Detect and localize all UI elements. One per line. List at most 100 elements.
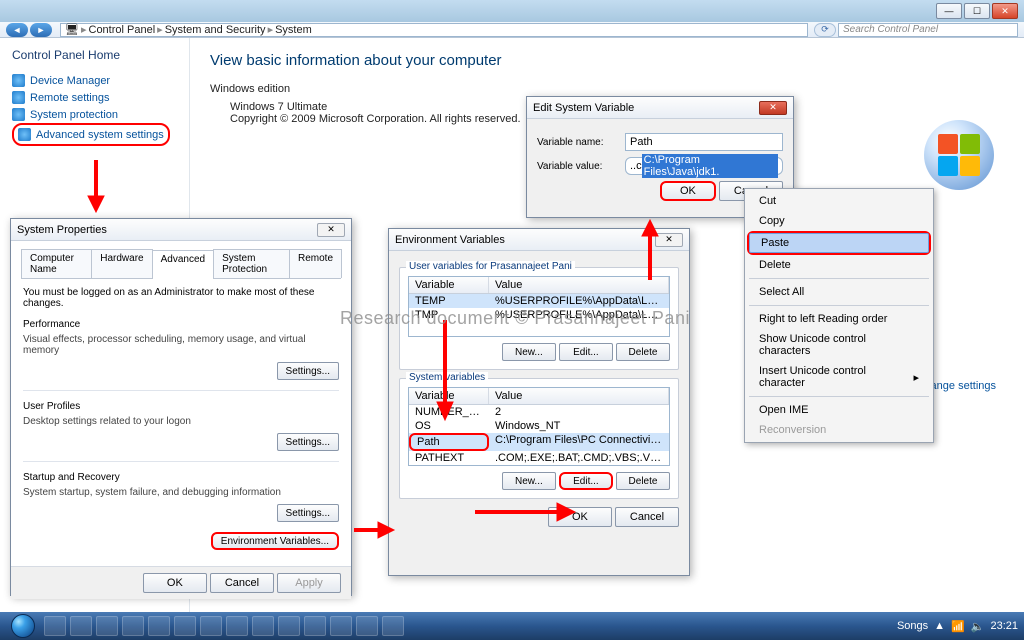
refresh-icon[interactable]: ⟳	[814, 23, 836, 37]
cell: PATHEXT	[409, 451, 489, 465]
nav-forward-button[interactable]: ►	[30, 23, 52, 37]
user-delete-button[interactable]: Delete	[616, 343, 670, 361]
window-maximize-button[interactable]: ☐	[964, 3, 990, 19]
ctx-paste[interactable]: Paste	[749, 233, 929, 253]
window-close-button[interactable]: ✕	[992, 3, 1018, 19]
annotation-arrow-icon	[475, 500, 575, 524]
cancel-button[interactable]: Cancel	[210, 573, 274, 593]
cell: C:\Program Files\PC Connectivity Soluti.…	[489, 433, 669, 451]
breadcrumb-item[interactable]: Control Panel	[89, 24, 156, 36]
system-delete-button[interactable]: Delete	[616, 472, 670, 490]
table-row[interactable]: OSWindows_NT	[409, 419, 669, 433]
group-desc: Visual effects, processor scheduling, me…	[23, 334, 339, 356]
ok-button[interactable]: OK	[660, 181, 716, 201]
close-icon[interactable]: ✕	[317, 223, 345, 237]
taskbar-app-icon[interactable]	[304, 616, 326, 636]
dialog-title: Edit System Variable	[533, 102, 634, 114]
windows-logo-icon	[924, 120, 994, 190]
ctx-insert-unicode[interactable]: Insert Unicode control character▸	[747, 361, 931, 393]
input-text: ..c	[630, 160, 642, 172]
variable-value-input[interactable]: ..cC:\Program Files\Java\jdk1.	[625, 157, 783, 175]
user-profiles-settings-button[interactable]: Settings...	[277, 433, 339, 451]
close-icon[interactable]: ✕	[759, 101, 787, 115]
tab-hardware[interactable]: Hardware	[91, 249, 152, 278]
breadcrumb[interactable]: 🖥 ▸ Control Panel ▸ System and Security …	[60, 23, 808, 37]
cancel-button[interactable]: Cancel	[615, 507, 679, 527]
ctx-rtl[interactable]: Right to left Reading order	[747, 309, 931, 329]
table-row-path[interactable]: PathC:\Program Files\PC Connectivity Sol…	[409, 433, 669, 451]
table-row[interactable]: PATHEXT.COM;.EXE;.BAT;.CMD;.VBS;.VBE;.JS…	[409, 451, 669, 465]
ctx-show-unicode[interactable]: Show Unicode control characters	[747, 329, 931, 361]
tray-clock[interactable]: 23:21	[990, 620, 1018, 632]
tray-volume-icon[interactable]: 🔈	[971, 620, 985, 633]
taskbar-app-icon[interactable]	[70, 616, 92, 636]
cell: %USERPROFILE%\AppData\Local\Temp	[489, 308, 669, 322]
taskbar-app-icon[interactable]	[122, 616, 144, 636]
sidebar-item-label: Advanced system settings	[36, 129, 164, 141]
variable-name-input[interactable]: Path	[625, 133, 783, 151]
group-label: User variables for Prasannajeet Pani	[406, 261, 575, 272]
taskbar-app-icon[interactable]	[200, 616, 222, 636]
breadcrumb-item[interactable]: System	[275, 24, 312, 36]
window-minimize-button[interactable]: —	[936, 3, 962, 19]
environment-variables-button[interactable]: Environment Variables...	[211, 532, 339, 550]
taskbar-app-icon[interactable]	[330, 616, 352, 636]
group-label: Startup and Recovery	[23, 472, 339, 483]
ctx-copy[interactable]: Copy	[747, 211, 931, 231]
cell: TEMP	[409, 294, 489, 308]
cell: OS	[409, 419, 489, 433]
group-label: User Profiles	[23, 401, 339, 412]
breadcrumb-root-icon: 🖥	[65, 23, 79, 36]
tab-computer-name[interactable]: Computer Name	[21, 249, 92, 278]
taskbar-app-icon[interactable]	[148, 616, 170, 636]
tab-advanced[interactable]: Advanced	[152, 250, 214, 279]
admin-note: You must be logged on as an Administrato…	[23, 287, 339, 309]
sidebar-item-remote-settings[interactable]: Remote settings	[12, 89, 177, 106]
taskbar-app-icon[interactable]	[356, 616, 378, 636]
ctx-cut[interactable]: Cut	[747, 191, 931, 211]
sidebar-home-link[interactable]: Control Panel Home	[12, 48, 177, 62]
taskbar-app-icon[interactable]	[96, 616, 118, 636]
sidebar-item-label: Remote settings	[30, 92, 109, 104]
tray-network-icon[interactable]: 📶	[951, 620, 965, 633]
field-label: Variable value:	[537, 161, 617, 172]
sidebar-item-device-manager[interactable]: Device Manager	[12, 72, 177, 89]
system-edit-button[interactable]: Edit...	[559, 472, 613, 490]
shield-icon	[12, 108, 25, 121]
tab-remote[interactable]: Remote	[289, 249, 342, 278]
taskbar-app-icon[interactable]	[252, 616, 274, 636]
taskbar-app-icon[interactable]	[174, 616, 196, 636]
group-label: Performance	[23, 319, 339, 330]
ok-button[interactable]: OK	[143, 573, 207, 593]
column-header: Value	[489, 388, 669, 404]
search-input[interactable]: Search Control Panel	[838, 23, 1018, 37]
table-row[interactable]: TEMP%USERPROFILE%\AppData\Local\Temp	[409, 294, 669, 308]
tab-system-protection[interactable]: System Protection	[213, 249, 290, 278]
shield-icon	[12, 91, 25, 104]
taskbar-app-icon[interactable]	[226, 616, 248, 636]
system-new-button[interactable]: New...	[502, 472, 556, 490]
nav-back-button[interactable]: ◄	[6, 23, 28, 37]
start-button[interactable]	[6, 612, 40, 640]
cell: %USERPROFILE%\AppData\Local\Temp	[489, 294, 669, 308]
startup-settings-button[interactable]: Settings...	[277, 504, 339, 522]
ctx-open-ime[interactable]: Open IME	[747, 400, 931, 420]
taskbar-app-icon[interactable]	[44, 616, 66, 636]
shield-icon	[18, 128, 31, 141]
user-edit-button[interactable]: Edit...	[559, 343, 613, 361]
annotation-arrow-icon	[435, 320, 455, 420]
submenu-arrow-icon: ▸	[913, 371, 919, 384]
cell: Windows_NT	[489, 419, 669, 433]
user-new-button[interactable]: New...	[502, 343, 556, 361]
taskbar-app-icon[interactable]	[278, 616, 300, 636]
ctx-select-all[interactable]: Select All	[747, 282, 931, 302]
ctx-delete[interactable]: Delete	[747, 255, 931, 275]
performance-settings-button[interactable]: Settings...	[277, 362, 339, 380]
breadcrumb-item[interactable]: System and Security	[165, 24, 266, 36]
sidebar-item-system-protection[interactable]: System protection	[12, 106, 177, 123]
field-label: Variable name:	[537, 137, 617, 148]
tray-overflow-icon[interactable]: ▲	[934, 620, 945, 632]
sidebar-item-advanced-system-settings[interactable]: Advanced system settings	[18, 126, 164, 143]
taskbar-app-icon[interactable]	[382, 616, 404, 636]
apply-button[interactable]: Apply	[277, 573, 341, 593]
